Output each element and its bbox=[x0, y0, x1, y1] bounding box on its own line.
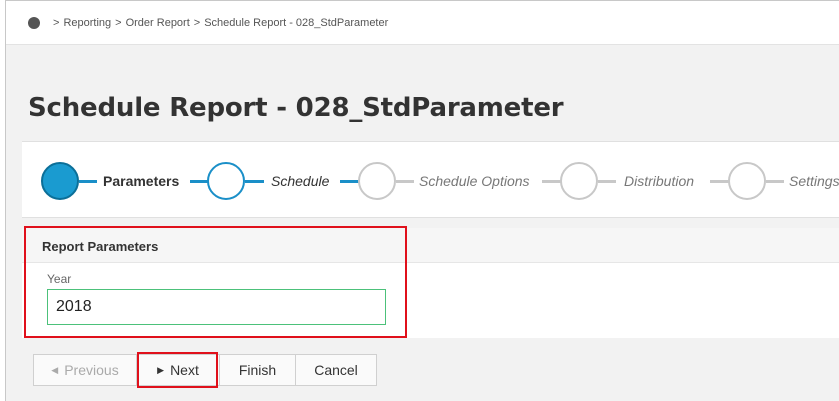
previous-button-label: Previous bbox=[64, 362, 119, 378]
step-connector bbox=[79, 180, 97, 183]
caret-left-icon: ◀ bbox=[51, 364, 59, 375]
step-connector bbox=[396, 180, 414, 183]
step-settings-icon[interactable] bbox=[728, 162, 766, 200]
year-label: Year bbox=[47, 272, 72, 286]
report-parameters-panel: Report Parameters Year bbox=[22, 228, 839, 338]
step-connector bbox=[190, 180, 208, 183]
breadcrumb-separator: > bbox=[193, 16, 201, 29]
finish-button[interactable]: Finish bbox=[220, 354, 296, 386]
breadcrumb-separator: > bbox=[115, 16, 122, 29]
next-button[interactable]: ▶ Next bbox=[137, 354, 220, 386]
step-connector bbox=[542, 180, 562, 183]
step-distribution-label[interactable]: Distribution bbox=[624, 173, 694, 189]
step-settings-label[interactable]: Settings bbox=[789, 173, 839, 189]
step-connector bbox=[710, 180, 730, 183]
step-connector bbox=[340, 180, 360, 183]
cancel-button[interactable]: Cancel bbox=[296, 354, 377, 386]
step-parameters-label[interactable]: Parameters bbox=[103, 173, 179, 189]
cancel-button-label: Cancel bbox=[314, 362, 358, 378]
page-title: Schedule Report - 028_StdParameter bbox=[28, 93, 564, 123]
home-icon[interactable] bbox=[28, 16, 40, 29]
breadcrumb-item-order-report[interactable]: Order Report bbox=[126, 17, 190, 29]
step-connector bbox=[766, 180, 784, 183]
breadcrumb: > Reporting > Order Report > Schedule Re… bbox=[6, 1, 839, 45]
wizard-button-group: ◀ Previous ▶ Next Finish Cancel bbox=[33, 354, 377, 386]
breadcrumb-separator: > bbox=[53, 16, 60, 29]
breadcrumb-item-current: Schedule Report - 028_StdParameter bbox=[204, 16, 389, 29]
report-parameters-title: Report Parameters bbox=[42, 239, 159, 254]
previous-button[interactable]: ◀ Previous bbox=[33, 354, 137, 386]
step-schedule-options-label[interactable]: Schedule Options bbox=[419, 173, 530, 189]
step-connector bbox=[598, 180, 616, 183]
step-distribution-icon[interactable] bbox=[560, 162, 598, 200]
finish-button-label: Finish bbox=[238, 362, 277, 378]
next-button-label: Next bbox=[170, 362, 199, 378]
caret-right-icon: ▶ bbox=[157, 364, 165, 375]
step-connector bbox=[245, 180, 264, 183]
report-parameters-header: Report Parameters bbox=[22, 228, 839, 263]
step-schedule-options-icon[interactable] bbox=[358, 162, 396, 200]
app-frame: > Reporting > Order Report > Schedule Re… bbox=[5, 0, 839, 401]
step-schedule-icon[interactable] bbox=[207, 162, 245, 200]
breadcrumb-item-reporting[interactable]: Reporting bbox=[63, 17, 111, 29]
step-schedule-label[interactable]: Schedule bbox=[271, 173, 329, 189]
step-parameters-icon[interactable] bbox=[41, 162, 79, 200]
wizard-steps: Parameters Schedule Schedule Options Dis… bbox=[22, 141, 839, 218]
year-input[interactable] bbox=[47, 289, 386, 325]
